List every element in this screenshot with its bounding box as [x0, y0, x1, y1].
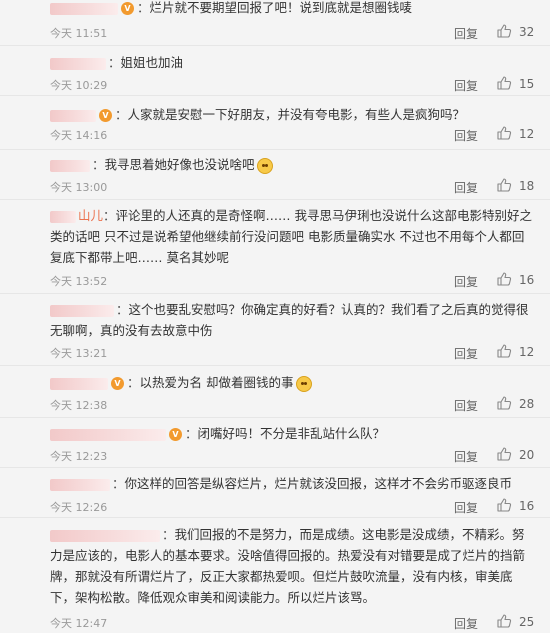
- username-blurred[interactable]: [50, 159, 90, 172]
- reply-button[interactable]: 回复: [454, 25, 478, 42]
- comment-time: 今天 13:21: [50, 347, 108, 360]
- comment-item: ：这个也要乱安慰吗？你确定真的好看？认真的？我们看了之后真的觉得很无聊啊，真的没…: [0, 294, 550, 366]
- like-count: 16: [519, 499, 535, 513]
- comment-item: V ：以热爱为名 却做着圈钱的事 今天 12:38 回复 28: [0, 366, 550, 418]
- reply-button[interactable]: 回复: [454, 345, 478, 362]
- thumbs-up-icon[interactable]: [496, 271, 512, 287]
- username-text[interactable]: 山儿: [78, 208, 103, 223]
- comment-item: V ：烂片就不要期望回报了吧！说到底就是想圈钱唛 今天 11:51 回复 32: [0, 0, 550, 46]
- like-count: 12: [519, 345, 535, 359]
- comment-time: 今天 12:26: [50, 501, 108, 514]
- comment-item: V ：闭嘴好吗！不分是非乱站什么队？ 今天 12:23 回复 20: [0, 418, 550, 468]
- thumbs-up-icon[interactable]: [496, 613, 512, 629]
- username-blurred[interactable]: [50, 210, 76, 223]
- username-blurred[interactable]: [50, 478, 110, 491]
- like-count: 16: [519, 273, 535, 287]
- comment-time: 今天 12:47: [50, 617, 108, 630]
- comment-text: 姐姐也加油: [120, 55, 184, 70]
- like-count: 12: [519, 127, 535, 141]
- username-blurred[interactable]: [50, 109, 96, 122]
- username-blurred[interactable]: [50, 377, 108, 390]
- comment-text: 评论里的人还真的是奇怪啊…… 我寻思马伊琍也没说什么这部电影特别好之类的话吧 只…: [50, 208, 533, 265]
- comment-text: 人家就是安慰一下好朋友，并没有夸电影，有些人是疯狗吗？: [127, 107, 466, 122]
- comment-text: 我寻思着她好像也没说啥吧: [104, 157, 255, 172]
- reply-button[interactable]: 回复: [454, 397, 478, 414]
- thumbs-up-icon[interactable]: [496, 177, 512, 193]
- comment-item: ：你这样的回答是纵容烂片，烂片就该没回报，这样才不会劣币驱逐良币 今天 12:2…: [0, 468, 550, 518]
- thumbs-up-icon[interactable]: [496, 23, 512, 39]
- reply-button[interactable]: 回复: [454, 615, 478, 632]
- vip-badge-icon: V: [111, 377, 124, 390]
- reply-button[interactable]: 回复: [454, 127, 478, 144]
- thumbs-up-icon[interactable]: [496, 125, 512, 141]
- vip-badge-icon: V: [169, 428, 182, 441]
- thumbs-up-icon[interactable]: [496, 75, 512, 91]
- thumbs-up-icon[interactable]: [496, 497, 512, 513]
- comment-time: 今天 10:29: [50, 79, 108, 92]
- comment-time: 今天 12:38: [50, 399, 108, 412]
- vip-badge-icon: V: [99, 109, 112, 122]
- like-count: 25: [519, 615, 535, 629]
- like-count: 20: [519, 448, 535, 462]
- reply-button[interactable]: 回复: [454, 179, 478, 196]
- comment-time: 今天 14:16: [50, 129, 108, 142]
- comment-text: 烂片就不要期望回报了吧！说到底就是想圈钱唛: [149, 0, 413, 15]
- comment-text: 你这样的回答是纵容烂片，烂片就该没回报，这样才不会劣币驱逐良币: [124, 476, 513, 491]
- comment-text: 闭嘴好吗！不分是非乱站什么队？: [197, 426, 386, 441]
- thinking-emoji-icon: [256, 157, 273, 174]
- like-count: 15: [519, 77, 535, 91]
- reply-button[interactable]: 回复: [454, 448, 478, 465]
- grinning-emoji-icon: [295, 375, 312, 392]
- comment-item: ：姐姐也加油 今天 10:29 回复 15: [0, 46, 550, 96]
- like-count: 28: [519, 397, 535, 411]
- comment-item: V ：人家就是安慰一下好朋友，并没有夸电影，有些人是疯狗吗？ 今天 14:16 回…: [0, 96, 550, 150]
- comment-list: V ：烂片就不要期望回报了吧！说到底就是想圈钱唛 今天 11:51 回复 32 ：…: [0, 0, 550, 633]
- thumbs-up-icon[interactable]: [496, 395, 512, 411]
- like-count: 18: [519, 179, 535, 193]
- comment-text: 以热爱为名 却做着圈钱的事: [139, 375, 294, 390]
- thumbs-up-icon[interactable]: [496, 343, 512, 359]
- username-blurred[interactable]: [50, 529, 160, 542]
- comment-time: 今天 13:52: [50, 275, 108, 288]
- comment-item: ：我寻思着她好像也没说啥吧 今天 13:00 回复 18: [0, 150, 550, 200]
- reply-button[interactable]: 回复: [454, 77, 478, 94]
- comment-time: 今天 11:51: [50, 27, 108, 40]
- username-blurred[interactable]: [50, 304, 114, 317]
- like-count: 32: [519, 25, 535, 39]
- comment-time: 今天 12:23: [50, 450, 108, 463]
- thumbs-up-icon[interactable]: [496, 446, 512, 462]
- username-blurred[interactable]: [50, 2, 118, 15]
- comment-item: ：我们回报的不是努力，而是成绩。这电影是没成绩，不精彩。努力是应该的，电影人的基…: [50, 527, 535, 632]
- vip-badge-icon: V: [121, 2, 134, 15]
- comment-time: 今天 13:00: [50, 181, 108, 194]
- username-blurred[interactable]: [50, 428, 166, 441]
- reply-button[interactable]: 回复: [454, 499, 478, 516]
- reply-button[interactable]: 回复: [454, 273, 478, 290]
- comment-item: 山儿：评论里的人还真的是奇怪啊…… 我寻思马伊琍也没说什么这部电影特别好之类的话…: [0, 200, 550, 294]
- username-blurred[interactable]: [50, 57, 106, 70]
